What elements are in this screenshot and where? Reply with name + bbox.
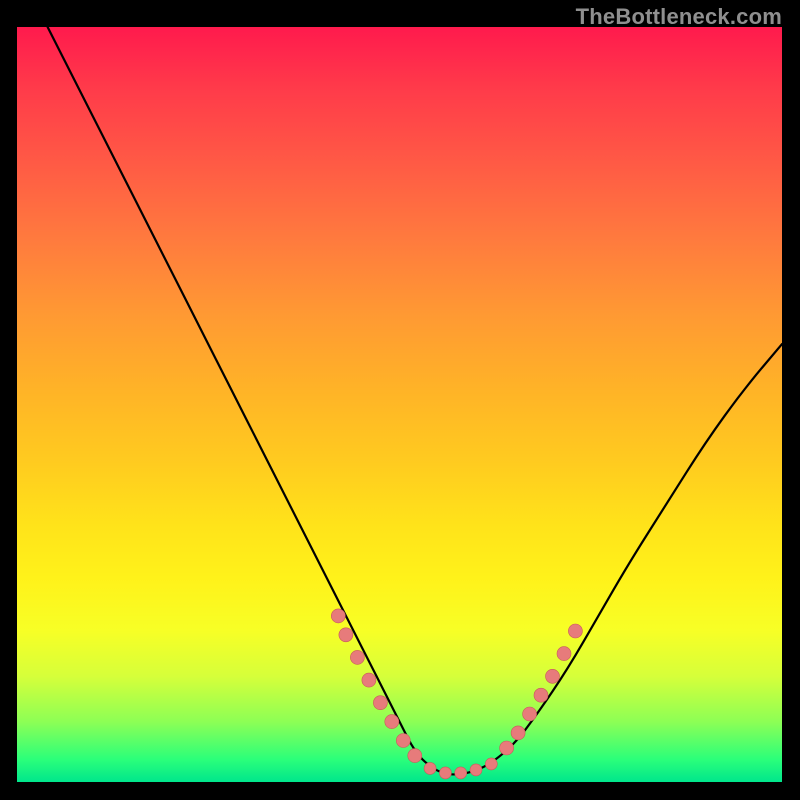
marker-valley [439, 767, 451, 779]
marker-left [362, 673, 376, 687]
gradient-plot-area [17, 27, 782, 782]
marker-left [373, 696, 387, 710]
marker-right [557, 647, 571, 661]
marker-left [339, 628, 353, 642]
bottleneck-curve [48, 27, 782, 774]
marker-right [568, 624, 582, 638]
marker-layer [331, 609, 582, 779]
marker-left [408, 749, 422, 763]
curve-svg [17, 27, 782, 782]
marker-valley [424, 762, 436, 774]
marker-valley [470, 764, 482, 776]
marker-right [523, 707, 537, 721]
marker-valley [485, 758, 497, 770]
marker-left [350, 650, 364, 664]
marker-right [500, 741, 514, 755]
marker-left [396, 734, 410, 748]
marker-left [331, 609, 345, 623]
curve-layer [48, 27, 782, 774]
marker-left [385, 715, 399, 729]
marker-valley [455, 767, 467, 779]
chart-frame: TheBottleneck.com [0, 0, 800, 800]
marker-right [511, 726, 525, 740]
marker-right [546, 669, 560, 683]
marker-right [534, 688, 548, 702]
